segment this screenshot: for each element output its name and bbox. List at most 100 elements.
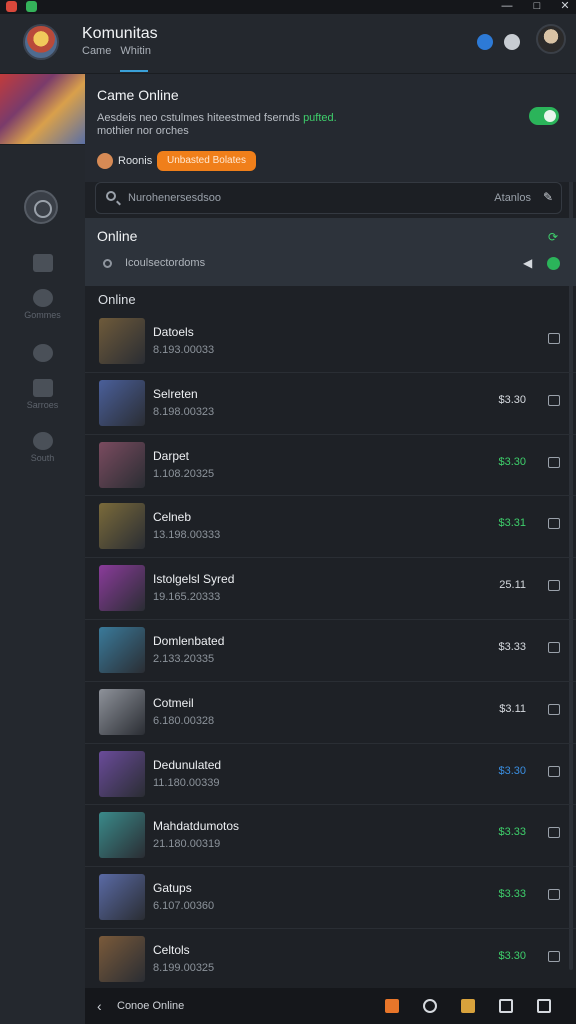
item-subtitle: 1.108.20325 <box>153 467 215 480</box>
edit-icon[interactable]: ✎ <box>543 190 553 204</box>
game-thumbnail <box>99 812 145 859</box>
bottom-bar: ‹ Conoe Online <box>85 988 576 1024</box>
promo-username[interactable]: Roonis <box>118 155 152 167</box>
search-icon <box>106 191 116 201</box>
came-online-card: Came Online Aesdeis neo cstulmes hiteest… <box>85 74 576 182</box>
item-checkbox[interactable] <box>548 394 560 406</box>
tab-came[interactable]: Came <box>82 45 111 57</box>
item-value: $3.31 <box>498 517 526 530</box>
game-thumbnail <box>99 318 145 364</box>
list-item[interactable]: Celtols 8.199.00325 $3.30 <box>85 929 576 991</box>
app-red-icon <box>6 1 17 12</box>
list-item[interactable]: Gatups 6.107.00360 $3.33 <box>85 867 576 929</box>
item-value: $3.30 <box>498 455 526 468</box>
list-item[interactable]: Darpet 1.108.20325 $3.30 <box>85 435 576 497</box>
online-panel-subtitle: Icoulsectordoms <box>125 257 206 269</box>
item-name: Celneb <box>153 510 192 525</box>
item-checkbox[interactable] <box>548 765 560 777</box>
item-checkbox[interactable] <box>548 889 560 901</box>
item-name: Darpet <box>153 448 190 463</box>
calendar-icon[interactable] <box>537 999 551 1013</box>
online-toggle[interactable] <box>529 107 559 125</box>
search-filter-label[interactable]: Atanlos <box>494 192 531 204</box>
item-value: $3.30 <box>498 764 526 777</box>
user-avatar[interactable] <box>536 24 566 54</box>
game-thumbnail <box>99 503 145 550</box>
app-header: Komunitas Came Whitin <box>0 14 576 74</box>
item-value: $3.30 <box>498 949 526 962</box>
settings-icon[interactable] <box>504 34 520 50</box>
app-title: Komunitas <box>82 25 158 42</box>
promo-text-highlight: pufted. <box>303 112 337 124</box>
game-thumbnail <box>99 688 145 735</box>
item-checkbox[interactable] <box>548 333 560 344</box>
game-thumbnail <box>99 379 145 426</box>
list-item[interactable]: Domlenbated 2.133.20335 $3.33 <box>85 620 576 682</box>
back-arrow-icon[interactable]: ‹ <box>97 998 102 1014</box>
list-item[interactable]: Selreten 8.198.00323 $3.30 <box>85 373 576 435</box>
search-bar[interactable]: Nurohenersesdsoo Atanlos ✎ <box>95 182 562 214</box>
item-subtitle: 8.199.00325 <box>153 961 215 974</box>
helmet-icon <box>32 344 53 362</box>
globe-icon[interactable] <box>477 34 493 50</box>
item-subtitle: 6.107.00360 <box>153 900 215 913</box>
item-value: $3.33 <box>498 826 526 839</box>
item-name: Datoels <box>153 325 194 339</box>
item-checkbox[interactable] <box>548 518 560 530</box>
list-item[interactable]: Mahdatdumotos 21.180.00319 $3.33 <box>85 805 576 868</box>
item-name: Mahdatdumotos <box>153 819 240 834</box>
item-name: Celtols <box>153 942 190 957</box>
item-subtitle: 11.180.00339 <box>153 776 220 789</box>
sidebar-item-games[interactable]: Gommes <box>0 289 85 320</box>
sidebar-item-south[interactable]: South <box>0 432 85 463</box>
item-checkbox[interactable] <box>548 641 560 653</box>
refresh-icon[interactable]: ⟳ <box>548 230 558 244</box>
promo-status-pill[interactable]: Unbasted Bolates <box>157 151 256 171</box>
promo-user-avatar <box>97 153 113 169</box>
item-value: $3.33 <box>498 888 526 901</box>
clock-icon[interactable] <box>423 999 437 1013</box>
item-name: Cotmeil <box>153 695 194 710</box>
item-checkbox[interactable] <box>548 580 560 592</box>
item-value: 25.11 <box>499 579 526 592</box>
close-icon[interactable]: ✕ <box>558 0 572 13</box>
item-subtitle: 2.133.20335 <box>153 652 215 665</box>
active-tab-indicator <box>120 70 148 72</box>
online-indicator-icon <box>547 257 560 270</box>
shield-icon[interactable] <box>24 190 58 224</box>
list-item[interactable]: Istolgelsl Syred 19.165.20333 25.11 <box>85 558 576 620</box>
item-value: $3.33 <box>498 640 526 653</box>
item-value: $3.11 <box>499 702 526 715</box>
game-thumbnail <box>99 565 145 612</box>
sidebar-item-home[interactable] <box>0 254 85 275</box>
list-item[interactable]: Cotmeil 6.180.00328 $3.11 <box>85 682 576 744</box>
share-icon[interactable]: ◀ <box>523 256 532 270</box>
item-name: Dedunulated <box>153 757 222 772</box>
item-subtitle: 13.198.00333 <box>153 529 221 542</box>
search-input[interactable]: Nurohenersesdsoo <box>128 192 221 204</box>
item-checkbox[interactable] <box>548 456 560 468</box>
item-subtitle: 19.165.20333 <box>153 591 221 604</box>
item-name: Istolgelsl Syred <box>153 572 235 587</box>
item-checkbox[interactable] <box>548 827 560 839</box>
controller-icon <box>32 289 53 307</box>
minimize-icon[interactable]: — <box>500 0 514 13</box>
item-subtitle: 8.193.00033 <box>153 344 215 356</box>
list-item[interactable]: Celneb 13.198.00333 $3.31 <box>85 496 576 559</box>
game-thumbnail <box>99 874 145 921</box>
sidebar-item-helmet[interactable] <box>0 344 85 365</box>
game-thumbnail <box>99 935 145 982</box>
sidebar-item-list[interactable]: Sarroes <box>0 379 85 410</box>
image-icon[interactable] <box>461 999 475 1013</box>
tab-whitin[interactable]: Whitin <box>120 45 151 57</box>
item-subtitle: 8.198.00323 <box>153 405 215 418</box>
list-item[interactable]: Datoels 8.193.00033 <box>85 311 576 373</box>
item-checkbox[interactable] <box>548 950 560 962</box>
card-icon[interactable] <box>499 999 513 1013</box>
maximize-icon[interactable]: □ <box>530 0 544 13</box>
list-icon <box>32 379 53 397</box>
game-thumbnail <box>99 626 145 673</box>
list-item[interactable]: Dedunulated 11.180.00339 $3.30 <box>85 744 576 806</box>
grid-icon[interactable] <box>385 999 399 1013</box>
item-checkbox[interactable] <box>548 703 560 715</box>
